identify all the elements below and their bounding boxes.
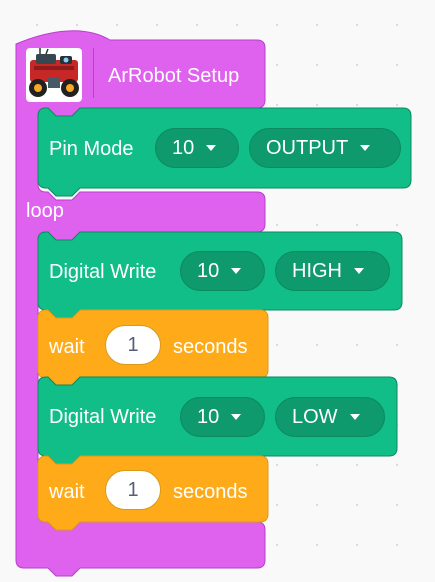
digital-write-value: LOW xyxy=(292,405,338,428)
loop-label: loop xyxy=(26,200,64,222)
hat-divider xyxy=(93,48,94,98)
wait-label: wait xyxy=(49,481,85,503)
digital-write-value-dropdown[interactable]: LOW xyxy=(275,397,385,437)
wait-seconds-input[interactable]: 1 xyxy=(105,325,161,365)
seconds-label: seconds xyxy=(173,336,248,358)
wait-seconds-input[interactable]: 1 xyxy=(105,470,161,510)
digital-write-pin-value: 10 xyxy=(197,259,220,282)
digital-write-value: HIGH xyxy=(292,259,342,282)
digital-write-pin-value: 10 xyxy=(197,405,220,428)
pin-mode-label: Pin Mode xyxy=(49,138,134,160)
chevron-down-icon xyxy=(206,145,217,151)
digital-write-value-dropdown[interactable]: HIGH xyxy=(275,251,390,291)
robot-car-icon xyxy=(26,48,82,102)
digital-write-label: Digital Write xyxy=(49,261,157,283)
chevron-down-icon xyxy=(360,145,371,151)
chevron-down-icon xyxy=(349,414,360,420)
digital-write-label: Digital Write xyxy=(49,406,157,428)
chevron-down-icon xyxy=(231,268,242,274)
digital-write-pin-dropdown[interactable]: 10 xyxy=(180,251,265,291)
setup-title: ArRobot Setup xyxy=(108,65,240,87)
pin-mode-mode-value: OUTPUT xyxy=(266,136,349,159)
seconds-label: seconds xyxy=(173,481,248,503)
pin-mode-mode-dropdown[interactable]: OUTPUT xyxy=(249,128,401,168)
chevron-down-icon xyxy=(231,414,242,420)
wait-label: wait xyxy=(49,336,85,358)
digital-write-pin-dropdown[interactable]: 10 xyxy=(180,397,265,437)
pin-mode-pin-dropdown[interactable]: 10 xyxy=(155,128,239,168)
chevron-down-icon xyxy=(354,268,364,274)
pin-mode-pin-value: 10 xyxy=(172,136,195,159)
